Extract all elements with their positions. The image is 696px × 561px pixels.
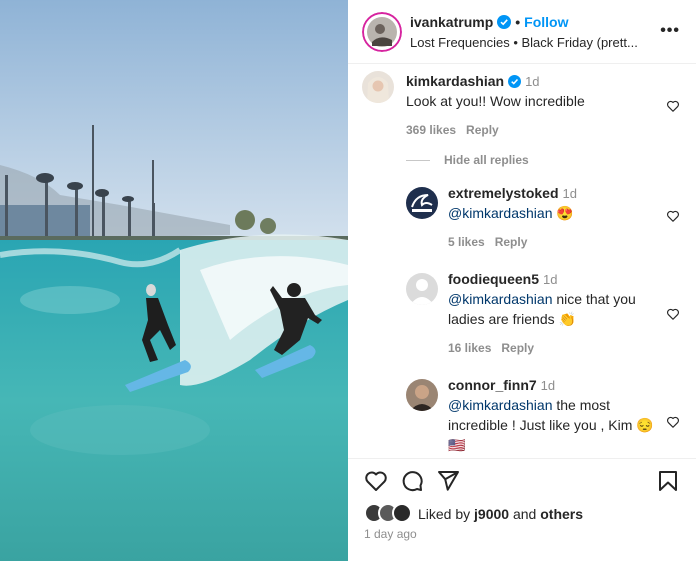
comment-likes[interactable]: 369 likes <box>406 123 456 137</box>
bookmark-icon[interactable] <box>656 469 680 493</box>
reply-body: foodiequeen5 1d @kimkardashian nice that … <box>448 271 658 355</box>
commenter-avatar[interactable] <box>406 187 438 219</box>
verified-icon <box>497 15 512 29</box>
reply-likes[interactable]: 5 likes <box>448 235 485 249</box>
commenter-avatar[interactable] <box>406 273 438 305</box>
reply-username[interactable]: foodiequeen5 <box>448 271 539 287</box>
liked-prefix: Liked by <box>418 506 475 522</box>
comment-body: kimkardashian 1d Look at you!! Wow incred… <box>406 73 646 137</box>
heart-icon[interactable] <box>666 415 680 429</box>
comment-username[interactable]: kimkardashian <box>406 73 504 89</box>
post-header: ivankatrump • Follow Lost Frequencies • Bl… <box>348 0 696 64</box>
comment-text: Look at you!! Wow incredible <box>406 93 585 109</box>
reply-meta: 5 likes Reply <box>448 235 648 249</box>
comment-icon[interactable] <box>400 469 424 493</box>
reply-username[interactable]: extremelystoked <box>448 185 559 201</box>
hide-replies-label: Hide all replies <box>444 153 529 167</box>
reply-time: 1d <box>540 378 556 393</box>
reply-button[interactable]: Reply <box>495 235 528 249</box>
author-avatar[interactable] <box>362 12 402 52</box>
reply-button[interactable]: Reply <box>466 123 499 137</box>
liked-by: Liked by j9000 and others <box>364 502 583 526</box>
commenter-avatar[interactable] <box>362 71 394 103</box>
heart-icon[interactable] <box>666 209 680 223</box>
reply-meta: 16 likes Reply <box>448 341 658 355</box>
liked-and: and <box>509 506 541 522</box>
reply-content: 😍 <box>552 205 574 221</box>
liked-others-link[interactable]: others <box>540 506 583 522</box>
audio-track[interactable]: Lost Frequencies • Black Friday (prett..… <box>410 35 638 50</box>
heart-icon[interactable] <box>666 99 680 113</box>
reply-likes[interactable]: 16 likes <box>448 341 491 355</box>
reply-username[interactable]: connor_finn7 <box>448 377 537 393</box>
heart-icon[interactable] <box>364 469 388 493</box>
post-media[interactable] <box>0 0 348 561</box>
comment-meta: 369 likes Reply <box>406 123 646 137</box>
reply-time: 1d <box>562 186 577 201</box>
comment-time: 1d <box>525 74 540 89</box>
reply-body: connor_finn7 1d @kimkardashian the most i… <box>448 377 658 455</box>
mention-link[interactable]: @kimkardashian <box>448 205 552 221</box>
comments-list[interactable]: kimkardashian 1d Look at you!! Wow incred… <box>348 65 696 458</box>
hide-replies-button[interactable]: Hide all replies <box>406 153 529 167</box>
reply-body: extremelystoked 1d @kimkardashian 😍 5 lik… <box>448 185 648 249</box>
reply-text: @kimkardashian the most incredible ! Jus… <box>448 395 658 455</box>
liked-user-link[interactable]: j9000 <box>474 506 509 522</box>
more-icon[interactable]: ••• <box>660 22 680 40</box>
liked-text: Liked by j9000 and others <box>418 506 583 522</box>
mention-link[interactable]: @kimkardashian <box>448 397 552 413</box>
avatar <box>392 503 412 523</box>
mention-link[interactable]: @kimkardashian <box>448 291 552 307</box>
post-actions: Liked by j9000 and others 1 day ago <box>348 458 696 561</box>
author-username[interactable]: ivankatrump <box>410 14 493 30</box>
divider-line <box>406 159 430 161</box>
verified-icon <box>508 75 522 88</box>
share-icon[interactable] <box>436 469 460 493</box>
heart-icon[interactable] <box>666 307 680 321</box>
surf-video-frame <box>0 0 348 561</box>
liked-avatars[interactable] <box>364 503 416 525</box>
commenter-avatar[interactable] <box>406 379 438 411</box>
reply-time: 1d <box>543 272 558 287</box>
separator-dot: • <box>515 14 521 30</box>
reply-text: @kimkardashian 😍 <box>448 203 648 223</box>
author-line: ivankatrump • Follow <box>410 14 568 30</box>
post-panel: ivankatrump • Follow Lost Frequencies • Bl… <box>348 0 696 561</box>
follow-button[interactable]: Follow <box>524 14 568 30</box>
reply-button[interactable]: Reply <box>501 341 534 355</box>
reply-text: @kimkardashian nice that you ladies are … <box>448 289 658 329</box>
post-date[interactable]: 1 day ago <box>364 527 417 541</box>
